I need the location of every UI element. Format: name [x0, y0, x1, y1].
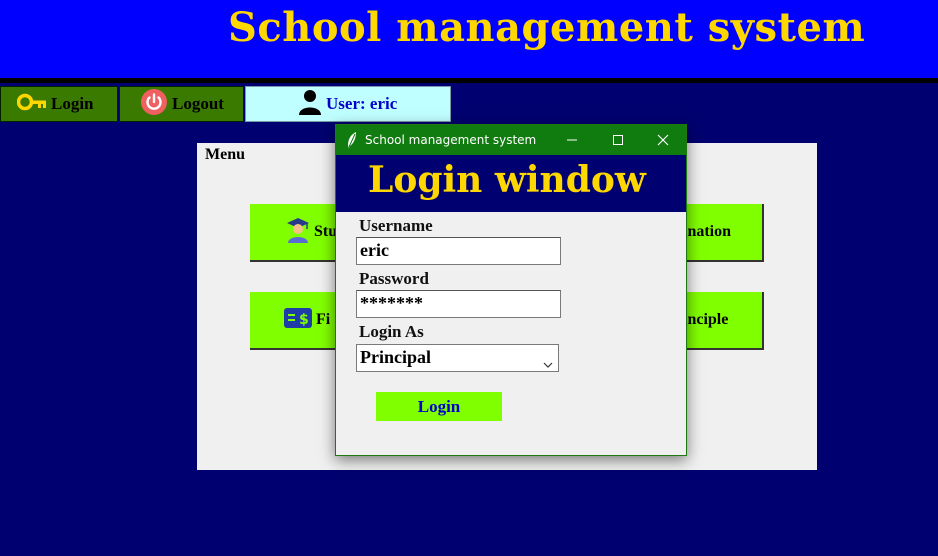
feather-icon: [347, 132, 357, 151]
principle-button-label: inciple: [683, 311, 729, 328]
svg-text:$: $: [299, 312, 309, 328]
chevron-down-icon: [543, 353, 553, 374]
user-indicator: User: eric: [245, 86, 451, 122]
title-divider: [0, 78, 938, 83]
password-label: Password: [359, 269, 429, 288]
dialog-heading: Login window: [368, 159, 646, 201]
power-icon: [140, 88, 168, 121]
login-as-label: Login As: [359, 322, 424, 341]
user-icon: [298, 89, 322, 120]
app-title-bar: School management system: [0, 0, 938, 78]
minimize-icon[interactable]: [549, 125, 595, 155]
cash-icon: $: [284, 307, 312, 333]
dialog-window-title: School management system: [365, 133, 537, 147]
dialog-header: Login window: [336, 155, 686, 212]
username-label: Username: [359, 216, 433, 235]
examination-button[interactable]: ination: [677, 204, 764, 262]
app-title: School management system: [228, 4, 866, 51]
graduate-icon: [286, 217, 310, 248]
logout-button-label: Logout: [172, 94, 224, 113]
dialog-login-button[interactable]: Login: [376, 392, 502, 421]
login-as-value: Principal: [360, 347, 431, 367]
login-button[interactable]: Login: [0, 86, 118, 122]
login-button-label: Login: [51, 94, 94, 113]
menu-label: Menu: [205, 146, 245, 163]
close-icon[interactable]: [640, 125, 686, 155]
maximize-icon[interactable]: [595, 125, 641, 155]
students-button-label: Stu: [314, 223, 338, 240]
password-field[interactable]: *******: [356, 290, 561, 318]
login-as-select[interactable]: Principal: [356, 344, 559, 372]
key-icon: [16, 93, 47, 116]
username-field[interactable]: eric: [356, 237, 561, 265]
principle-button[interactable]: inciple: [677, 292, 764, 350]
login-dialog: School management system Login window Us…: [335, 124, 687, 456]
user-label: User: eric: [326, 94, 398, 113]
dialog-titlebar[interactable]: School management system: [336, 125, 686, 155]
examination-button-label: ination: [683, 223, 732, 240]
logout-button[interactable]: Logout: [119, 86, 244, 122]
finance-button-label: Fi: [316, 311, 331, 328]
